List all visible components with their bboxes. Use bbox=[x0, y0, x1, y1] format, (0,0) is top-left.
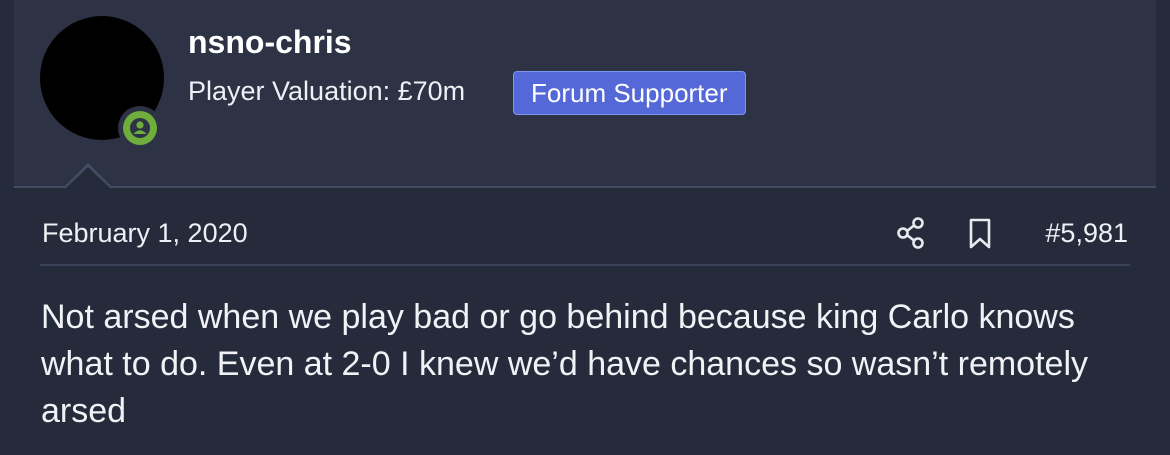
bookmark-icon[interactable] bbox=[968, 218, 992, 255]
post-meta: February 1, 2020 #5,981 bbox=[40, 216, 1130, 266]
post-number[interactable]: #5,981 bbox=[1045, 218, 1128, 249]
forum-supporter-badge: Forum Supporter bbox=[513, 71, 746, 115]
online-status bbox=[118, 106, 162, 150]
user-header: nsno-chris Player Valuation: £70m Forum … bbox=[14, 0, 1156, 188]
user-online-icon bbox=[123, 111, 157, 145]
post-date[interactable]: February 1, 2020 bbox=[42, 218, 248, 249]
username[interactable]: nsno-chris bbox=[188, 24, 352, 61]
player-valuation: Player Valuation: £70m bbox=[188, 76, 466, 106]
post-body: Not arsed when we play bad or go behind … bbox=[41, 298, 1088, 430]
forum-post: nsno-chris Player Valuation: £70m Forum … bbox=[0, 0, 1170, 455]
share-icon[interactable] bbox=[896, 216, 926, 255]
